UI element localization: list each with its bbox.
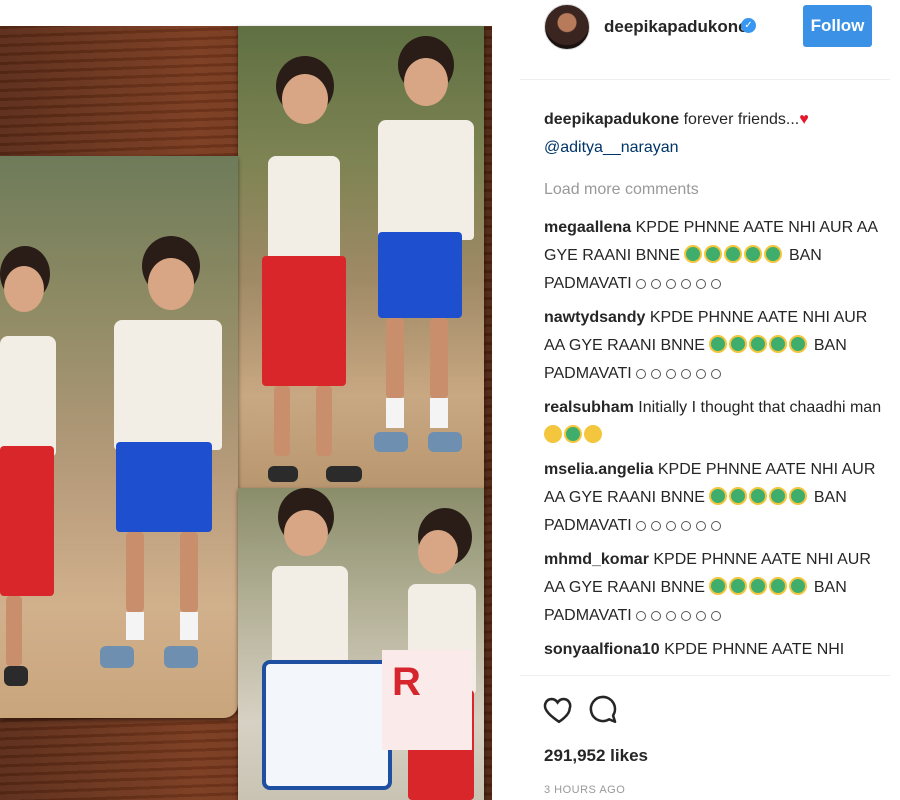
comment-item: mselia.angelia KPDE PHNNE AATE NHI AUR A… [544, 456, 884, 540]
like-count[interactable]: 291,952 likes [544, 746, 648, 766]
boy-figure [100, 236, 230, 696]
comment-text: KPDE PHNNE AATE NHI [664, 641, 845, 658]
avatar[interactable] [544, 4, 590, 50]
caption-mention[interactable]: @aditya__narayan [544, 134, 884, 162]
girl-figure [248, 56, 362, 482]
emoji-group [709, 577, 809, 596]
post-image[interactable]: R [0, 0, 492, 800]
comment-username[interactable]: mselia.angelia [544, 461, 653, 478]
comment-username[interactable]: megaallena [544, 219, 631, 236]
comments-scroll[interactable]: deepikapadukone ✓ Follow deepikapadukone… [520, 0, 890, 675]
signboard: R [382, 650, 472, 750]
photo-left [0, 156, 238, 718]
follow-button[interactable]: Follow [803, 5, 872, 47]
comment-text: Initially I thought that chaadhi man [638, 399, 882, 416]
comment-username[interactable]: realsubham [544, 399, 634, 416]
comment-item: sonyaalfiona10 KPDE PHNNE AATE NHI [544, 636, 884, 664]
comment-username[interactable]: mhmd_komar [544, 551, 649, 568]
emoji-group [636, 275, 726, 292]
caption-text: forever friends... [683, 111, 800, 128]
verified-badge-icon: ✓ [741, 18, 756, 33]
comment-list: deepikapadukone forever friends...♥ @adi… [544, 106, 884, 670]
comment-item: mhmd_komar KPDE PHNNE AATE NHI AUR AA GY… [544, 546, 884, 630]
photo-top-right [238, 26, 484, 488]
emoji-group [636, 607, 726, 624]
post-caption: deepikapadukone forever friends...♥ @adi… [544, 106, 884, 162]
emoji-group [684, 245, 784, 264]
comment-item: megaallena KPDE PHNNE AATE NHI AUR AA GY… [544, 214, 884, 298]
emoji-group [636, 365, 726, 382]
emoji-group [544, 425, 604, 444]
emoji-group [636, 517, 726, 534]
boy-figure [364, 36, 474, 476]
emoji-group [709, 335, 809, 354]
header-username[interactable]: deepikapadukone [604, 17, 748, 37]
comment-icon[interactable] [586, 692, 620, 726]
girl-figure [0, 246, 70, 696]
post-actions: 291,952 likes 3 HOURS AGO [520, 675, 890, 800]
red-heart-icon: ♥ [799, 111, 809, 128]
caption-username[interactable]: deepikapadukone [544, 111, 679, 128]
comment-item: realsubham Initially I thought that chaa… [544, 394, 884, 450]
signboard [262, 660, 392, 790]
comment-item: nawtydsandy KPDE PHNNE AATE NHI AUR AA G… [544, 304, 884, 388]
post-side-panel: deepikapadukone ✓ Follow deepikapadukone… [520, 0, 900, 800]
post-header: deepikapadukone ✓ Follow [520, 0, 890, 80]
heart-icon[interactable] [542, 692, 576, 726]
comment-username[interactable]: sonyaalfiona10 [544, 641, 660, 658]
emoji-group [709, 487, 809, 506]
load-more-comments-link[interactable]: Load more comments [544, 176, 884, 204]
comment-username[interactable]: nawtydsandy [544, 309, 645, 326]
post-timestamp: 3 HOURS AGO [544, 784, 626, 796]
